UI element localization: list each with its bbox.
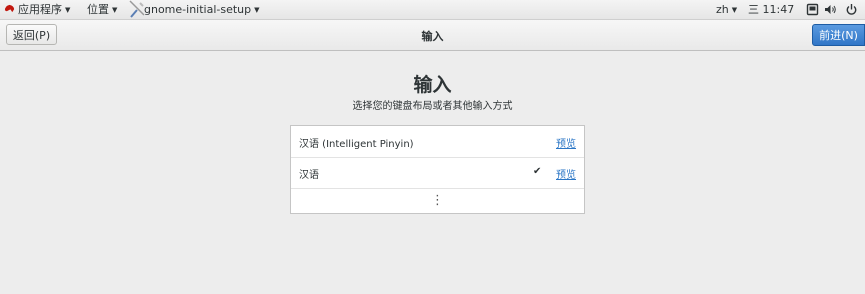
chevron-down-icon: ▼ (254, 6, 260, 14)
header-title: 输入 (421, 30, 444, 43)
chevron-down-icon: ▼ (112, 6, 118, 14)
clock-label: 三 11:47 (748, 3, 795, 16)
places-label: 位置 (87, 3, 109, 16)
chevron-down-icon: ▼ (65, 6, 71, 14)
input-source-name: 汉语 (299, 170, 319, 181)
input-source-row[interactable]: 汉语 (Intelligent Pinyin) 预览 (291, 126, 584, 158)
checkmark-icon: ✔ (533, 166, 542, 177)
volume-icon[interactable] (824, 3, 837, 16)
preview-link[interactable]: 预览 (556, 135, 576, 150)
input-source-name: 汉语 (Intelligent Pinyin) (299, 139, 414, 150)
next-button[interactable]: 前进(N) (812, 24, 865, 46)
page-subtitle: 选择您的键盘布局或者其他输入方式 (352, 101, 513, 112)
input-source-indicator[interactable]: zh ▼ (716, 2, 737, 18)
input-source-label: zh (716, 3, 729, 16)
places-menu[interactable]: 位置 ▼ (87, 2, 117, 18)
active-app-menu[interactable]: gnome-initial-setup ▼ (128, 0, 260, 18)
active-app-label: gnome-initial-setup (144, 3, 252, 16)
more-icon: ⋮ (431, 193, 444, 208)
power-icon[interactable] (845, 3, 858, 16)
header-bar: 返回(P) 输入 前进(N) (0, 20, 865, 51)
app-icon (129, 0, 145, 18)
preview-link[interactable]: 预览 (556, 166, 576, 181)
screen-icon[interactable] (806, 3, 819, 16)
input-source-list: 汉语 (Intelligent Pinyin) 预览 汉语 ✔ 预览 ⋮ (290, 125, 585, 214)
more-sources-button[interactable]: ⋮ (291, 188, 584, 213)
applications-label: 应用程序 (18, 3, 62, 16)
page-title: 输入 (413, 74, 452, 96)
applications-menu[interactable]: 应用程序 ▼ (4, 2, 70, 18)
clock[interactable]: 三 11:47 (748, 2, 794, 17)
input-source-row[interactable]: 汉语 ✔ 预览 (291, 157, 584, 189)
top-panel: 应用程序 ▼ 位置 ▼ gnome-initial-setup ▼ zh ▼ 三 11:… (0, 0, 865, 20)
app-menu-icon (4, 4, 15, 13)
chevron-down-icon: ▼ (731, 6, 738, 14)
